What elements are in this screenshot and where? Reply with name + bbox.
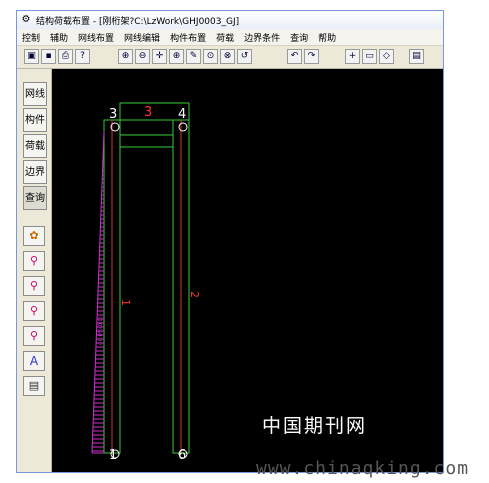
nodes xyxy=(110,122,188,459)
menu-bar: 控制 辅助 网线布置 网线编辑 构件布置 荷载 边界条件 查询 帮助 xyxy=(17,29,443,46)
distributed-load xyxy=(91,130,105,454)
menu-member-layout[interactable]: 构件布置 xyxy=(165,31,211,44)
title-bar: ⚙ 结构荷载布置 - [刚桁架?C:\LzWork\GHJ0003_GJ] xyxy=(17,11,443,29)
new-file-icon[interactable]: ▣ xyxy=(24,49,39,64)
text-icon[interactable]: A xyxy=(23,351,45,371)
boundary-button[interactable]: 边界 xyxy=(23,160,47,184)
load-zoom-icon[interactable]: ⚲ xyxy=(23,301,45,321)
load-envelope xyxy=(91,130,105,454)
left-panel: 网线 构件 荷载 边界 查询 ✿ ⚲ ⚲ ⚲ ⚲ A ▤ xyxy=(17,69,52,472)
node-zoom-icon[interactable]: ⚲ xyxy=(23,251,45,271)
load-button[interactable]: 荷载 xyxy=(23,134,47,158)
query-button-label: 查询 xyxy=(25,193,45,204)
node-label-3: 3 xyxy=(109,107,117,122)
rectangle-icon[interactable]: ▭ xyxy=(362,49,377,64)
shape-icon[interactable]: ◇ xyxy=(379,49,394,64)
menu-control[interactable]: 控制 xyxy=(17,31,45,44)
node-label-6: 6 xyxy=(178,448,186,463)
menu-grid-layout[interactable]: 网线布置 xyxy=(73,31,119,44)
node-4[interactable] xyxy=(178,122,188,132)
menu-grid-edit[interactable]: 网线编辑 xyxy=(119,31,165,44)
app-logo-icon: ⚙ xyxy=(21,14,31,25)
print-icon[interactable]: ⎙ xyxy=(58,49,73,64)
menu-load[interactable]: 荷载 xyxy=(211,31,239,44)
zoom-edit-icon[interactable]: ✎ xyxy=(186,49,201,64)
member-label-1: 1 xyxy=(119,299,132,306)
member-label-2: 2 xyxy=(188,291,201,298)
zoom-window-icon[interactable]: ⊕ xyxy=(169,49,184,64)
node-label-1: 1 xyxy=(109,448,117,463)
pan-icon[interactable]: ✛ xyxy=(152,49,167,64)
zoom-all-icon[interactable]: ⊗ xyxy=(220,49,235,64)
zoom-extent-icon[interactable]: ⊙ xyxy=(203,49,218,64)
zoom-previous-icon[interactable]: ↺ xyxy=(237,49,252,64)
toolbar: ▣ ▪ ⎙ ? ⊕ ⊖ ✛ ⊕ ✎ ⊙ ⊗ ↺ ↶ ↷ + ▭ ◇ ▤ xyxy=(17,46,443,69)
menu-help[interactable]: 帮助 xyxy=(313,31,341,44)
menu-query[interactable]: 查询 xyxy=(285,31,313,44)
watermark-site-cn: 中国期刊网 xyxy=(262,415,368,437)
support-zoom-icon[interactable]: ⚲ xyxy=(23,326,45,346)
grid-button[interactable]: 网线 xyxy=(23,82,47,106)
boundary-button-label: 边界 xyxy=(25,167,45,178)
load-value-label: (-0.05)(0.0) xyxy=(98,316,104,345)
save-icon[interactable]: ▪ xyxy=(41,49,56,64)
query-button[interactable]: 查询 xyxy=(23,186,47,210)
undo-icon[interactable]: ↶ xyxy=(287,49,302,64)
report-icon[interactable]: ▤ xyxy=(23,376,45,396)
member-button-label: 构件 xyxy=(25,115,45,126)
help-icon[interactable]: ? xyxy=(75,49,90,64)
window-title: 结构荷载布置 - [刚桁架?C:\LzWork\GHJ0003_GJ] xyxy=(36,16,240,27)
watermark-url: www.chinaqking.com xyxy=(256,458,470,479)
load-button-label: 荷载 xyxy=(25,141,45,152)
member-button[interactable]: 构件 xyxy=(23,108,47,132)
frame-members xyxy=(103,102,190,454)
member-label-3: 3 xyxy=(144,105,152,120)
menu-auxiliary[interactable]: 辅助 xyxy=(45,31,73,44)
grid-button-label: 网线 xyxy=(25,89,45,100)
display-icon[interactable]: ▤ xyxy=(409,49,424,64)
element-zoom-icon[interactable]: ⚲ xyxy=(23,276,45,296)
drawing-canvas[interactable]: 3 4 1 6 3 1 2 (-0.05)(0.0) xyxy=(52,69,443,472)
node-label-4: 4 xyxy=(178,107,186,122)
menu-boundary[interactable]: 边界条件 xyxy=(239,31,285,44)
zoom-in-icon[interactable]: ⊕ xyxy=(118,49,133,64)
add-node-icon[interactable]: + xyxy=(345,49,360,64)
structure-drawing: 3 4 1 6 3 1 2 (-0.05)(0.0) xyxy=(91,102,201,463)
refresh-icon[interactable]: ✿ xyxy=(23,226,45,246)
app-window: ⚙ 结构荷载布置 - [刚桁架?C:\LzWork\GHJ0003_GJ] 控制… xyxy=(16,10,444,473)
zoom-out-icon[interactable]: ⊖ xyxy=(135,49,150,64)
redo-icon[interactable]: ↷ xyxy=(304,49,319,64)
